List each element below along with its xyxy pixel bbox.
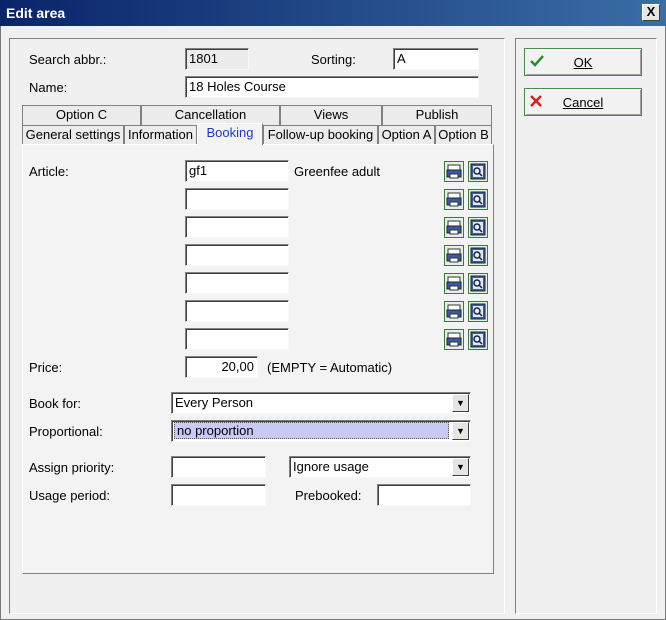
article-edit-button[interactable] bbox=[444, 245, 464, 266]
article-code-field[interactable] bbox=[185, 272, 289, 294]
article-edit-button[interactable] bbox=[444, 189, 464, 210]
article-edit-button[interactable] bbox=[444, 301, 464, 322]
window-title: Edit area bbox=[6, 5, 66, 21]
name-field[interactable]: 18 Holes Course bbox=[185, 76, 479, 98]
article-lookup-button[interactable] bbox=[468, 189, 488, 210]
usage-select-value: Ignore usage bbox=[293, 459, 369, 474]
proportional-label: Proportional: bbox=[29, 424, 103, 439]
ok-label: OK bbox=[573, 55, 593, 70]
printer-edit-icon bbox=[446, 192, 462, 207]
magnifier-icon bbox=[470, 275, 486, 292]
article-lookup-button[interactable] bbox=[468, 245, 488, 266]
magnifier-icon bbox=[470, 303, 486, 320]
search-abbr-field[interactable]: 1801 bbox=[185, 48, 249, 70]
tab-information[interactable]: Information bbox=[124, 125, 197, 145]
sorting-label: Sorting: bbox=[311, 52, 356, 67]
assign-priority-label: Assign priority: bbox=[29, 460, 115, 475]
printer-edit-icon bbox=[446, 220, 462, 235]
book-for-label: Book for: bbox=[29, 396, 82, 411]
printer-edit-icon bbox=[446, 332, 462, 347]
assign-priority-field[interactable] bbox=[171, 456, 266, 478]
article-lookup-button[interactable] bbox=[468, 329, 488, 350]
proportional-select[interactable]: no proportion ▼ bbox=[171, 420, 471, 442]
article-lookup-button[interactable] bbox=[468, 273, 488, 294]
price-field[interactable]: 20,00 bbox=[185, 356, 258, 378]
book-for-value: Every Person bbox=[175, 395, 254, 410]
printer-edit-icon bbox=[446, 304, 462, 319]
magnifier-icon bbox=[470, 331, 486, 348]
tab-views[interactable]: Views bbox=[280, 105, 382, 125]
tab-cancellation[interactable]: Cancellation bbox=[141, 105, 280, 125]
article-edit-button[interactable] bbox=[444, 217, 464, 238]
close-button[interactable]: X bbox=[642, 4, 660, 21]
name-label: Name: bbox=[29, 80, 68, 95]
cancel-button[interactable]: Cancel bbox=[524, 88, 642, 116]
prebooked-label: Prebooked: bbox=[295, 488, 362, 503]
chevron-down-icon[interactable]: ▼ bbox=[452, 394, 469, 412]
tab-option-c[interactable]: Option C bbox=[22, 105, 141, 125]
search-abbr-label: Search abbr.: bbox=[29, 52, 107, 67]
chevron-down-icon[interactable]: ▼ bbox=[452, 458, 469, 476]
title-bar: Edit area X bbox=[0, 0, 666, 26]
article-description: Greenfee adult bbox=[294, 164, 381, 179]
cancel-label: Cancel bbox=[562, 95, 604, 110]
article-edit-button[interactable] bbox=[444, 161, 464, 182]
usage-select[interactable]: Ignore usage ▼ bbox=[289, 456, 471, 478]
magnifier-icon bbox=[470, 219, 486, 236]
article-code-field[interactable] bbox=[185, 188, 289, 210]
printer-edit-icon bbox=[446, 276, 462, 291]
tab-publish[interactable]: Publish bbox=[382, 105, 492, 125]
article-code-field[interactable] bbox=[185, 300, 289, 322]
magnifier-icon bbox=[470, 191, 486, 208]
tab-option-a[interactable]: Option A bbox=[378, 125, 435, 145]
tab-option-b[interactable]: Option B bbox=[435, 125, 492, 145]
price-hint: (EMPTY = Automatic) bbox=[267, 360, 393, 375]
ok-button[interactable]: OK bbox=[524, 48, 642, 76]
article-edit-button[interactable] bbox=[444, 273, 464, 294]
article-lookup-button[interactable] bbox=[468, 161, 488, 182]
printer-edit-icon bbox=[446, 164, 462, 179]
article-lookup-button[interactable] bbox=[468, 301, 488, 322]
article-code-field[interactable] bbox=[185, 328, 289, 350]
printer-edit-icon bbox=[446, 248, 462, 263]
right-panel bbox=[515, 38, 657, 614]
article-edit-button[interactable] bbox=[444, 329, 464, 350]
tab-follow-up-booking[interactable]: Follow-up booking bbox=[263, 125, 378, 145]
usage-period-label: Usage period: bbox=[29, 488, 110, 503]
magnifier-icon bbox=[470, 163, 486, 180]
proportional-value: no proportion bbox=[174, 422, 449, 439]
prebooked-field[interactable] bbox=[377, 484, 471, 506]
magnifier-icon bbox=[470, 247, 486, 264]
chevron-down-icon[interactable]: ▼ bbox=[452, 422, 469, 440]
article-lookup-button[interactable] bbox=[468, 217, 488, 238]
usage-period-field[interactable] bbox=[171, 484, 266, 506]
article-code-field[interactable]: gf1 bbox=[185, 160, 289, 182]
article-code-field[interactable] bbox=[185, 216, 289, 238]
article-code-field[interactable] bbox=[185, 244, 289, 266]
article-label: Article: bbox=[29, 164, 69, 179]
price-label: Price: bbox=[29, 360, 63, 375]
tab-booking[interactable]: Booking bbox=[197, 123, 263, 145]
tab-general-settings[interactable]: General settings bbox=[22, 125, 124, 145]
sorting-field[interactable]: A bbox=[393, 48, 479, 70]
book-for-select[interactable]: Every Person ▼ bbox=[171, 392, 471, 414]
